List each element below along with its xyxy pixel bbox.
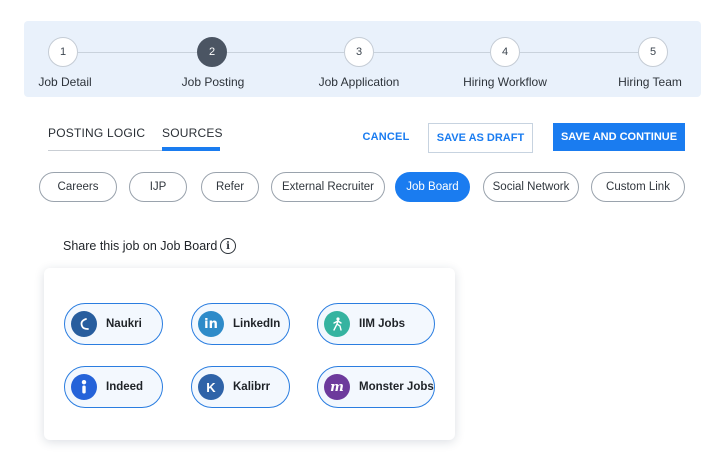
source-chip-careers[interactable]: Careers (39, 172, 117, 202)
step-3-label: Job Application (318, 75, 400, 89)
step-connector (227, 52, 344, 53)
job-board-label: IIM Jobs (359, 318, 406, 330)
naukri-logo-icon (71, 311, 97, 337)
step-connector (374, 52, 490, 53)
info-icon[interactable]: i (220, 238, 236, 254)
step-1-circle[interactable]: 1 (48, 37, 78, 67)
monster-logo-icon: m (324, 374, 350, 400)
source-chip-refer[interactable]: Refer (201, 172, 259, 202)
job-board-label: Kalibrr (233, 381, 271, 393)
cancel-button[interactable]: CANCEL (356, 124, 416, 150)
step-5-label: Hiring Team (618, 75, 682, 89)
iimjobs-logo-icon (324, 311, 350, 337)
job-board-label: LinkedIn (233, 318, 281, 330)
job-board-label: Monster Jobs (359, 381, 434, 393)
job-board-kalibrr[interactable]: K Kalibrr (191, 366, 290, 408)
job-board-label: Naukri (106, 318, 142, 330)
share-job-label: Share this job on Job Board (63, 239, 218, 253)
job-board-monster-jobs[interactable]: m Monster Jobs (317, 366, 435, 408)
job-board-linkedin[interactable]: in LinkedIn (191, 303, 290, 345)
step-1-label: Job Detail (38, 75, 92, 89)
job-boards-card: Naukri in LinkedIn IIM Jobs Indeed K Kal… (44, 268, 455, 440)
source-chip-job-board[interactable]: Job Board (395, 172, 470, 202)
kalibrr-logo-icon: K (198, 374, 224, 400)
tab-posting-logic[interactable]: POSTING LOGIC (48, 126, 145, 140)
indeed-logo-icon (71, 374, 97, 400)
job-board-naukri[interactable]: Naukri (64, 303, 163, 345)
step-3-circle[interactable]: 3 (344, 37, 374, 67)
job-board-label: Indeed (106, 381, 144, 393)
tab-sources[interactable]: SOURCES (162, 126, 223, 140)
step-connector (520, 52, 638, 53)
step-4-circle[interactable]: 4 (490, 37, 520, 67)
step-connector (78, 52, 197, 53)
step-2-circle[interactable]: 2 (197, 37, 227, 67)
source-chip-social-network[interactable]: Social Network (483, 172, 579, 202)
source-chip-external-recruiter[interactable]: External Recruiter (271, 172, 385, 202)
source-chip-custom-link[interactable]: Custom Link (591, 172, 685, 202)
progress-stepper: 1 2 3 4 5 Job Detail Job Posting Job App… (24, 21, 701, 97)
save-as-draft-button[interactable]: SAVE AS DRAFT (428, 123, 533, 153)
save-and-continue-button[interactable]: SAVE AND CONTINUE (553, 123, 685, 151)
source-chip-ijp[interactable]: IJP (129, 172, 187, 202)
job-board-iim-jobs[interactable]: IIM Jobs (317, 303, 435, 345)
active-tab-indicator (162, 147, 220, 151)
job-board-indeed[interactable]: Indeed (64, 366, 163, 408)
step-5-circle[interactable]: 5 (638, 37, 668, 67)
linkedin-logo-icon: in (198, 311, 224, 337)
step-2-label: Job Posting (181, 75, 245, 89)
step-4-label: Hiring Workflow (463, 75, 547, 89)
